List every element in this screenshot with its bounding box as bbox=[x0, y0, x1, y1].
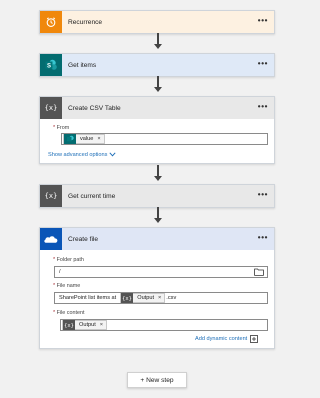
step-create-file-header[interactable]: Create file ••• bbox=[40, 228, 274, 250]
step-create-file[interactable]: Create file ••• * Folder path / * File n… bbox=[39, 227, 275, 349]
sharepoint-icon: S bbox=[40, 54, 62, 76]
file-name-prefix: SharePoint list items at bbox=[59, 295, 117, 301]
connector-arrow bbox=[154, 87, 162, 92]
step-get-items-header[interactable]: S Get items ••• bbox=[40, 54, 274, 76]
step-title: Create file bbox=[68, 235, 99, 243]
folder-path-input[interactable]: / bbox=[54, 266, 268, 278]
dynamic-token-value[interactable]: value × bbox=[63, 134, 105, 144]
folder-icon[interactable] bbox=[254, 268, 264, 276]
file-name-input[interactable]: SharePoint list items at {x} Output × .c… bbox=[54, 292, 268, 304]
alarm-clock-icon bbox=[40, 11, 62, 33]
folder-path-value: / bbox=[59, 269, 61, 275]
add-content-icon bbox=[250, 335, 259, 343]
dynamic-token-output[interactable]: {x} Output × bbox=[120, 293, 166, 303]
more-options-button[interactable]: ••• bbox=[258, 103, 268, 111]
svg-text:{x}: {x} bbox=[64, 323, 74, 329]
from-label: * From bbox=[53, 125, 70, 131]
svg-text:{x}: {x} bbox=[45, 192, 57, 200]
data-operation-icon: {x} bbox=[40, 97, 62, 119]
svg-text:{x}: {x} bbox=[122, 296, 132, 302]
token-label: Output bbox=[137, 295, 155, 301]
file-content-label: * File content bbox=[53, 310, 85, 316]
more-options-button[interactable]: ••• bbox=[258, 60, 268, 68]
svg-text:{x}: {x} bbox=[45, 104, 57, 112]
data-operation-icon: {x} bbox=[121, 293, 134, 303]
step-recurrence-header[interactable]: Recurrence ••• bbox=[40, 11, 274, 33]
remove-token-button[interactable]: × bbox=[97, 136, 103, 142]
step-create-csv-table[interactable]: {x} Create CSV Table ••• * From value × … bbox=[39, 96, 275, 164]
show-advanced-options-link[interactable]: Show advanced options bbox=[48, 152, 116, 158]
step-recurrence[interactable]: Recurrence ••• bbox=[39, 10, 275, 34]
step-title: Get current time bbox=[68, 192, 116, 200]
more-options-button[interactable]: ••• bbox=[258, 17, 268, 25]
sharepoint-icon bbox=[64, 134, 76, 144]
svg-text:S: S bbox=[47, 63, 51, 69]
step-title: Recurrence bbox=[68, 18, 103, 26]
new-step-button[interactable]: + New step bbox=[127, 372, 187, 388]
step-get-current-time[interactable]: {x} Get current time ••• bbox=[39, 184, 275, 208]
file-name-label: * File name bbox=[53, 283, 81, 289]
step-title: Create CSV Table bbox=[68, 104, 121, 112]
add-dynamic-content-link[interactable]: Add dynamic content bbox=[195, 335, 259, 343]
connector-arrow bbox=[154, 44, 162, 49]
token-label: value bbox=[80, 136, 94, 142]
connector-arrow bbox=[154, 176, 162, 181]
folder-path-label: * Folder path bbox=[53, 257, 84, 263]
data-operation-icon: {x} bbox=[63, 320, 75, 330]
step-title: Get items bbox=[68, 61, 97, 69]
flow-canvas: Recurrence ••• S Get items ••• {x} Creat… bbox=[0, 0, 317, 398]
data-operation-icon: {x} bbox=[40, 185, 62, 207]
step-get-items[interactable]: S Get items ••• bbox=[39, 53, 275, 77]
step-create-csv-header[interactable]: {x} Create CSV Table ••• bbox=[40, 97, 274, 119]
connector-arrow bbox=[154, 218, 162, 223]
dynamic-token-output[interactable]: {x} Output × bbox=[62, 320, 108, 330]
token-label: Output bbox=[79, 322, 96, 328]
file-name-suffix: .csv bbox=[166, 295, 177, 301]
remove-token-button[interactable]: × bbox=[158, 295, 164, 301]
step-get-current-time-header[interactable]: {x} Get current time ••• bbox=[40, 185, 274, 207]
from-input[interactable]: value × bbox=[61, 133, 268, 145]
more-options-button[interactable]: ••• bbox=[258, 191, 268, 199]
file-content-input[interactable]: {x} Output × bbox=[60, 319, 268, 331]
onedrive-icon bbox=[40, 228, 62, 250]
remove-token-button[interactable]: × bbox=[100, 322, 106, 328]
chevron-down-icon bbox=[109, 152, 116, 157]
more-options-button[interactable]: ••• bbox=[258, 234, 268, 242]
